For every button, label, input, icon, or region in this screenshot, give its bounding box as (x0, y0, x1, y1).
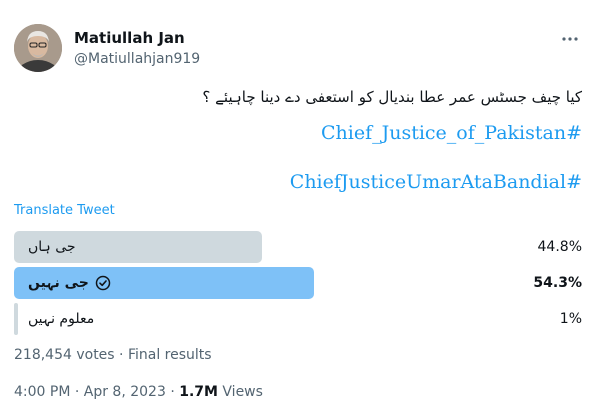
hashtag-link-umar-ata-bandial[interactable]: ChiefJusticeUmarAtaBandial# (290, 171, 582, 193)
poll-option-label: جی ہاں (28, 239, 76, 255)
check-circle-icon (95, 275, 111, 291)
tweet-timestamp: 4:00 PM · Apr 8, 2023 · 1.7M Views (14, 384, 263, 400)
poll-results-summary: 218,454 votes · Final results (14, 347, 212, 363)
author-display-name[interactable]: Matiullah Jan (74, 29, 185, 47)
poll-option-label: معلوم نہیں (28, 311, 95, 327)
hashtag-link-chief-justice[interactable]: Chief_Justice_of_Pakistan# (321, 122, 582, 144)
poll-option-percent: 54.3% (533, 275, 582, 291)
poll-bar (14, 303, 18, 335)
profile-photo-icon (14, 24, 62, 72)
tweet-text: کیا چیف جسٹس عمر عطا بندیال کو استعفی دے… (202, 88, 582, 106)
poll-option-label: جی نہیں (28, 275, 89, 291)
poll-option-1: جی ہاں 44.8% (14, 231, 582, 263)
more-options-button[interactable] (556, 28, 584, 50)
translate-tweet-link[interactable]: Translate Tweet (14, 203, 115, 218)
tweet-card: Matiullah Jan @Matiullahjan919 کیا چیف ج… (0, 0, 596, 408)
more-dots-icon (562, 37, 578, 41)
poll-option-3: معلوم نہیں 1% (14, 303, 582, 335)
author-handle[interactable]: @Matiullahjan919 (74, 51, 200, 67)
views-count: 1.7M (179, 384, 218, 400)
poll-option-percent: 44.8% (537, 239, 582, 255)
views-label: Views (217, 384, 263, 400)
timestamp-text[interactable]: 4:00 PM · Apr 8, 2023 · (14, 384, 179, 400)
author-avatar[interactable] (14, 24, 62, 72)
poll-option-percent: 1% (559, 311, 582, 327)
poll-option-2: جی نہیں 54.3% (14, 267, 582, 299)
